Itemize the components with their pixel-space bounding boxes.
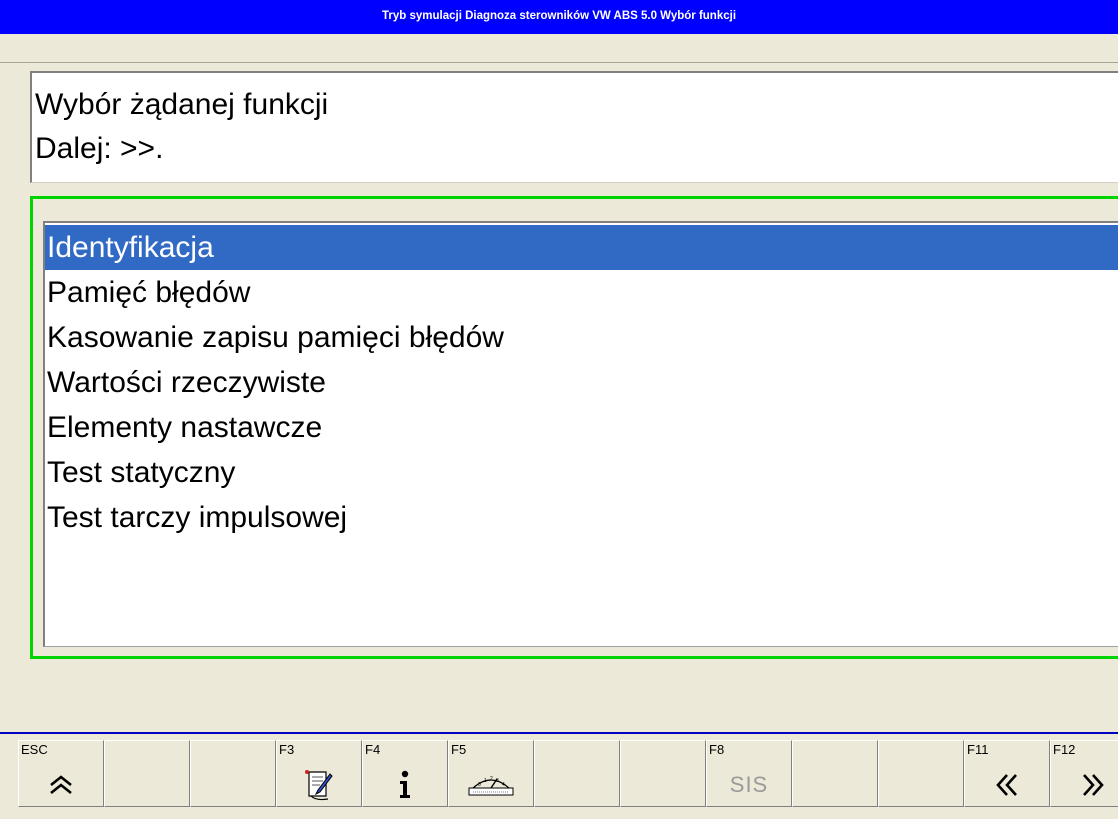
sis-label: SIS <box>729 772 769 797</box>
info-icon <box>363 765 447 805</box>
esc-button[interactable]: ESC <box>18 740 104 807</box>
sis-text-icon: SIS <box>707 765 791 805</box>
list-item-test-statyczny[interactable]: Test statyczny <box>45 450 1118 495</box>
list-item-test-tarczy[interactable]: Test tarczy impulsowej <box>45 495 1118 540</box>
list-item-identyfikacja[interactable]: Identyfikacja <box>45 225 1118 270</box>
key-label-f8: F8 <box>709 742 725 757</box>
message-line-2: Dalej: >>. <box>35 132 164 165</box>
window-title: Tryb symulacji Diagnoza sterowników VW A… <box>381 10 737 22</box>
svg-text:2: 2 <box>490 776 493 782</box>
svg-text:1: 1 <box>484 778 487 784</box>
gauge-icon: 0 1 2 3 4 <box>449 765 533 805</box>
notepad-pencil-icon <box>277 765 361 805</box>
function-list-frame: Identyfikacja Pamięć błędów Kasowanie za… <box>30 196 1118 659</box>
list-item-kasowanie-pamieci[interactable]: Kasowanie zapisu pamięci błędów <box>45 315 1118 360</box>
empty-key-1 <box>104 740 190 807</box>
list-item-wartosci-rzeczywiste[interactable]: Wartości rzeczywiste <box>45 360 1118 405</box>
svg-text:0: 0 <box>478 782 481 788</box>
f5-button[interactable]: F5 0 1 2 3 4 <box>448 740 534 807</box>
f8-button[interactable]: F8 SIS <box>706 740 792 807</box>
empty-key-4 <box>620 740 706 807</box>
double-chevron-up-icon <box>19 765 103 805</box>
list-item-elementy-nastawcze[interactable]: Elementy nastawcze <box>45 405 1118 450</box>
message-line-1: Wybór żądanej funkcji <box>35 88 329 121</box>
double-chevron-right-icon <box>1051 765 1118 805</box>
empty-key-3 <box>534 740 620 807</box>
key-label-f12: F12 <box>1053 742 1076 757</box>
f11-button[interactable]: F11 <box>964 740 1050 807</box>
key-label-f11: F11 <box>967 742 989 757</box>
list-item-pamiec-bledow[interactable]: Pamięć błędów <box>45 270 1118 315</box>
empty-key-2 <box>190 740 276 807</box>
message-box: Wybór żądanej funkcji Dalej: >>. <box>30 71 1118 183</box>
toolbar-strip <box>0 34 1118 63</box>
key-label-f4: F4 <box>365 742 381 757</box>
key-label-f5: F5 <box>451 742 467 757</box>
f4-button[interactable]: F4 <box>362 740 448 807</box>
f3-button[interactable]: F3 <box>276 740 362 807</box>
f12-button[interactable]: F12 <box>1050 740 1118 807</box>
function-list[interactable]: Identyfikacja Pamięć błędów Kasowanie za… <box>43 221 1118 647</box>
key-label-esc: ESC <box>21 742 48 757</box>
function-key-bar: ESC F3 F4 F5 0 1 2 3 4 F8 SIS F11 F12 <box>0 732 1118 819</box>
double-chevron-left-icon <box>965 765 1049 805</box>
svg-text:4: 4 <box>502 782 505 788</box>
empty-key-5 <box>792 740 878 807</box>
key-label-f3: F3 <box>279 742 295 757</box>
window-title-bar: Tryb symulacji Diagnoza sterowników VW A… <box>0 0 1118 34</box>
empty-key-6 <box>878 740 964 807</box>
